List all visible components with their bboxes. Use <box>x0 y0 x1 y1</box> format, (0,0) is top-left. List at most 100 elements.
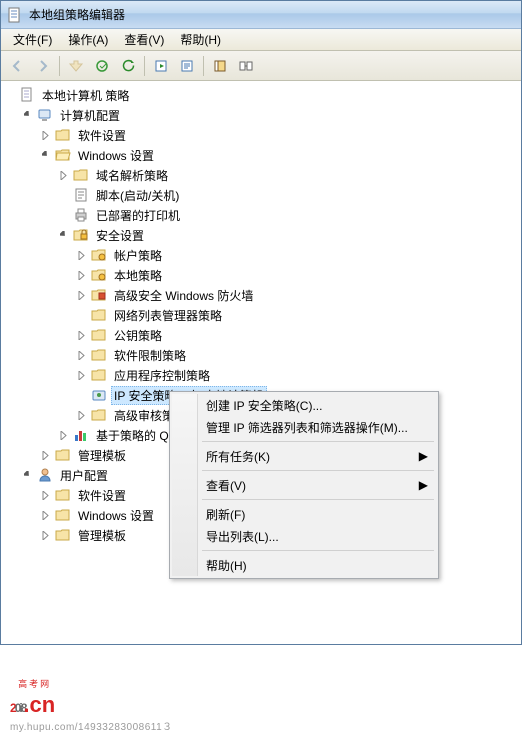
tree-network-list[interactable]: 网络列表管理器策略 <box>73 305 521 325</box>
forward-button[interactable] <box>31 54 55 78</box>
export-button[interactable] <box>149 54 173 78</box>
titlebar: 本地组策略编辑器 <box>1 1 521 29</box>
menu-manage-filters[interactable]: 管理 IP 筛选器列表和筛选器操作(M)... <box>172 416 436 438</box>
menu-create-ipsec[interactable]: 创建 IP 安全策略(C)... <box>172 394 436 416</box>
document-icon <box>19 87 35 103</box>
tree-app-control[interactable]: 应用程序控制策略 <box>73 365 521 385</box>
menu-separator <box>202 550 434 551</box>
app-icon <box>7 7 23 23</box>
tree-computer-config[interactable]: 计算机配置 <box>19 105 521 125</box>
menu-item-label: 所有任务(K) <box>206 448 270 465</box>
menu-item-label: 查看(V) <box>206 477 246 494</box>
expand-icon[interactable] <box>59 170 70 181</box>
window-title: 本地组策略编辑器 <box>29 6 125 23</box>
menu-separator <box>202 499 434 500</box>
tree-label: 网络列表管理器策略 <box>111 306 225 325</box>
expand-icon[interactable] <box>77 290 88 301</box>
tree-root[interactable]: 本地计算机 策略 <box>1 85 521 105</box>
folder-icon <box>91 347 107 363</box>
tree-local-policy[interactable]: 本地策略 <box>73 265 521 285</box>
collapse-icon[interactable] <box>59 230 70 241</box>
action-menu-button[interactable] <box>90 54 114 78</box>
expand-icon[interactable] <box>41 450 52 461</box>
collapse-icon[interactable] <box>23 110 34 121</box>
tree-windows-settings[interactable]: Windows 设置 <box>37 145 521 165</box>
tree-software-restriction[interactable]: 软件限制策略 <box>73 345 521 365</box>
printer-icon <box>73 207 89 223</box>
menu-file[interactable]: 文件(F) <box>5 29 60 50</box>
expand-icon[interactable] <box>77 370 88 381</box>
back-button[interactable] <box>5 54 29 78</box>
menu-action[interactable]: 操作(A) <box>60 29 116 50</box>
tree-label: 软件限制策略 <box>111 346 189 365</box>
find-button[interactable] <box>234 54 258 78</box>
tree-label: 软件设置 <box>75 126 129 145</box>
folder-open-icon <box>55 147 71 163</box>
tree-label: 高级审核策 <box>111 406 177 425</box>
expand-icon[interactable] <box>41 130 52 141</box>
folder-icon <box>91 367 107 383</box>
menu-item-label: 导出列表(L)... <box>206 528 279 545</box>
ipsec-icon <box>91 387 107 403</box>
tree-scripts[interactable]: 脚本(启动/关机) <box>55 185 521 205</box>
expand-icon[interactable] <box>77 350 88 361</box>
collapse-icon[interactable] <box>41 150 52 161</box>
menu-help[interactable]: 帮助(H) <box>172 554 436 576</box>
user-icon <box>37 467 53 483</box>
expand-icon[interactable] <box>5 90 16 101</box>
menu-help[interactable]: 帮助(H) <box>172 29 229 50</box>
expand-icon[interactable] <box>41 530 52 541</box>
app-window: 本地组策略编辑器 文件(F) 操作(A) 查看(V) 帮助(H) 本地计算机 策… <box>0 0 522 645</box>
tree-label: 安全设置 <box>93 226 147 245</box>
tree-label: 公钥策略 <box>111 326 165 345</box>
submenu-arrow-icon: ▶ <box>419 478 428 492</box>
chart-icon <box>73 427 89 443</box>
up-button[interactable] <box>64 54 88 78</box>
expand-icon[interactable] <box>77 270 88 281</box>
toolbar-separator <box>59 56 60 76</box>
tree-label: 本地策略 <box>111 266 165 285</box>
collapse-icon[interactable] <box>23 470 34 481</box>
tree-account-policy[interactable]: 帐户策略 <box>73 245 521 265</box>
expand-icon[interactable] <box>77 330 88 341</box>
tree-software-settings[interactable]: 软件设置 <box>37 125 521 145</box>
tree-label: 域名解析策略 <box>93 166 171 185</box>
computer-icon <box>37 107 53 123</box>
expand-icon[interactable] <box>59 430 70 441</box>
firewall-icon <box>91 287 107 303</box>
menu-all-tasks[interactable]: 所有任务(K)▶ <box>172 445 436 467</box>
menu-view[interactable]: 查看(V) ▶ <box>172 474 436 496</box>
tree-public-key[interactable]: 公钥策略 <box>73 325 521 345</box>
tree-firewall[interactable]: 高级安全 Windows 防火墙 <box>73 285 521 305</box>
menu-export-list[interactable]: 导出列表(L)... <box>172 525 436 547</box>
shield-lock-icon <box>73 227 89 243</box>
folder-policy-icon <box>91 267 107 283</box>
refresh-button[interactable] <box>116 54 140 78</box>
tree-panel: 本地计算机 策略 计算机配置 软件设置 Windows 设置 <box>1 81 521 642</box>
folder-icon <box>91 327 107 343</box>
folder-icon <box>55 447 71 463</box>
menubar: 文件(F) 操作(A) 查看(V) 帮助(H) <box>1 29 521 51</box>
watermark-text: .cn <box>23 692 55 717</box>
expand-icon[interactable] <box>41 510 52 521</box>
tree-label: 高级安全 Windows 防火墙 <box>111 286 256 305</box>
expand-icon[interactable] <box>41 490 52 501</box>
expand-icon[interactable] <box>77 250 88 261</box>
tree-dns-policy[interactable]: 域名解析策略 <box>55 165 521 185</box>
tree-deployed-printers[interactable]: 已部署的打印机 <box>55 205 521 225</box>
tree-label: 用户配置 <box>57 466 111 485</box>
tree-security-settings[interactable]: 安全设置 <box>55 225 521 245</box>
expand-icon[interactable] <box>77 410 88 421</box>
folder-icon <box>91 407 107 423</box>
watermark-tag: 高考网 <box>18 677 51 690</box>
tree-label: 脚本(启动/关机) <box>93 186 182 205</box>
menu-item-label: 创建 IP 安全策略(C)... <box>206 397 322 414</box>
context-menu: 创建 IP 安全策略(C)... 管理 IP 筛选器列表和筛选器操作(M)...… <box>169 391 439 579</box>
properties-button[interactable] <box>175 54 199 78</box>
menu-refresh[interactable]: 刷新(F) <box>172 503 436 525</box>
tree-label: 帐户策略 <box>111 246 165 265</box>
tree-label: 管理模板 <box>75 446 129 465</box>
watermark: 20i8.cn 高考网 my.hupu.com/14933283008611３ <box>10 669 173 733</box>
help-button[interactable] <box>208 54 232 78</box>
menu-view[interactable]: 查看(V) <box>116 29 172 50</box>
